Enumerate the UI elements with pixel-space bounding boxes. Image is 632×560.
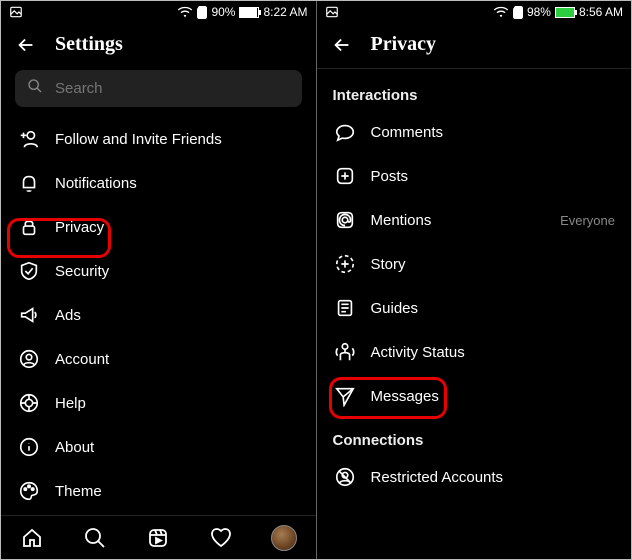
bell-icon — [17, 171, 41, 195]
search-icon[interactable] — [82, 525, 108, 551]
item-guides[interactable]: Guides — [317, 286, 632, 330]
header: Privacy — [317, 23, 632, 64]
item-label: About — [55, 439, 94, 456]
item-account[interactable]: Account — [1, 337, 316, 381]
section-interactions: Interactions — [317, 73, 632, 110]
item-label: Mentions — [371, 212, 432, 229]
item-label: Theme — [55, 483, 102, 500]
item-label: Guides — [371, 300, 419, 317]
divider — [317, 68, 632, 69]
item-ads[interactable]: Ads — [1, 293, 316, 337]
item-label: Comments — [371, 124, 444, 141]
page-title: Privacy — [371, 33, 437, 56]
item-posts[interactable]: Posts — [317, 154, 632, 198]
picture-icon — [9, 5, 23, 19]
item-story[interactable]: Story — [317, 242, 632, 286]
item-label: Posts — [371, 168, 409, 185]
search-input[interactable] — [53, 79, 290, 98]
item-security[interactable]: Security — [1, 249, 316, 293]
item-about[interactable]: About — [1, 425, 316, 469]
bottom-nav — [1, 515, 316, 559]
search-icon — [27, 78, 43, 99]
item-label: Activity Status — [371, 344, 465, 361]
item-label: Help — [55, 395, 86, 412]
item-privacy[interactable]: Privacy — [1, 205, 316, 249]
search-box[interactable] — [15, 70, 302, 107]
item-activity-status[interactable]: Activity Status — [317, 330, 632, 374]
item-label: Privacy — [55, 219, 104, 236]
guides-icon — [333, 296, 357, 320]
item-label: Restricted Accounts — [371, 469, 504, 486]
item-theme[interactable]: Theme — [1, 469, 316, 513]
lock-icon — [17, 215, 41, 239]
item-comments[interactable]: Comments — [317, 110, 632, 154]
item-label: Ads — [55, 307, 81, 324]
section-connections: Connections — [317, 418, 632, 455]
account-icon — [17, 347, 41, 371]
heart-icon[interactable] — [208, 525, 234, 551]
status-bar: 98% 8:56 AM — [317, 1, 632, 23]
battery-icon — [555, 7, 575, 18]
item-label: Messages — [371, 388, 439, 405]
at-icon — [333, 208, 357, 232]
item-label: Security — [55, 263, 109, 280]
send-icon — [333, 384, 357, 408]
help-icon — [17, 391, 41, 415]
reels-icon[interactable] — [145, 525, 171, 551]
item-mentions[interactable]: Mentions Everyone — [317, 198, 632, 242]
back-icon[interactable] — [331, 34, 353, 56]
item-follow-invite[interactable]: Follow and Invite Friends — [1, 117, 316, 161]
battery-icon — [239, 7, 259, 18]
activity-icon — [333, 340, 357, 364]
clock: 8:22 AM — [263, 5, 307, 19]
status-bar: 90% 8:22 AM — [1, 1, 316, 23]
settings-list: Follow and Invite Friends Notifications … — [1, 117, 316, 515]
clock: 8:56 AM — [579, 5, 623, 19]
story-icon — [333, 252, 357, 276]
item-label: Follow and Invite Friends — [55, 131, 222, 148]
battery-text: 90% — [211, 5, 235, 19]
item-value: Everyone — [560, 213, 615, 228]
home-icon[interactable] — [19, 525, 45, 551]
item-messages[interactable]: Messages — [317, 374, 632, 418]
item-restricted[interactable]: Restricted Accounts — [317, 455, 632, 499]
sim-icon — [513, 6, 523, 19]
palette-icon — [17, 479, 41, 503]
page-title: Settings — [55, 33, 123, 56]
restricted-icon — [333, 465, 357, 489]
item-label: Story — [371, 256, 406, 273]
wifi-icon — [177, 6, 193, 18]
sim-icon — [197, 6, 207, 19]
megaphone-icon — [17, 303, 41, 327]
plus-square-icon — [333, 164, 357, 188]
item-label: Account — [55, 351, 109, 368]
back-icon[interactable] — [15, 34, 37, 56]
header: Settings — [1, 23, 316, 64]
phone-privacy: 98% 8:56 AM Privacy Interactions Comment… — [317, 1, 632, 559]
profile-avatar[interactable] — [271, 525, 297, 551]
shield-icon — [17, 259, 41, 283]
privacy-list: Interactions Comments Posts Mentions Eve… — [317, 73, 632, 559]
picture-icon — [325, 5, 339, 19]
item-label: Notifications — [55, 175, 137, 192]
item-notifications[interactable]: Notifications — [1, 161, 316, 205]
item-help[interactable]: Help — [1, 381, 316, 425]
wifi-icon — [493, 6, 509, 18]
battery-text: 98% — [527, 5, 551, 19]
info-icon — [17, 435, 41, 459]
comment-icon — [333, 120, 357, 144]
add-friend-icon — [17, 127, 41, 151]
phone-settings: 90% 8:22 AM Settings Follow and Invite F… — [1, 1, 317, 559]
